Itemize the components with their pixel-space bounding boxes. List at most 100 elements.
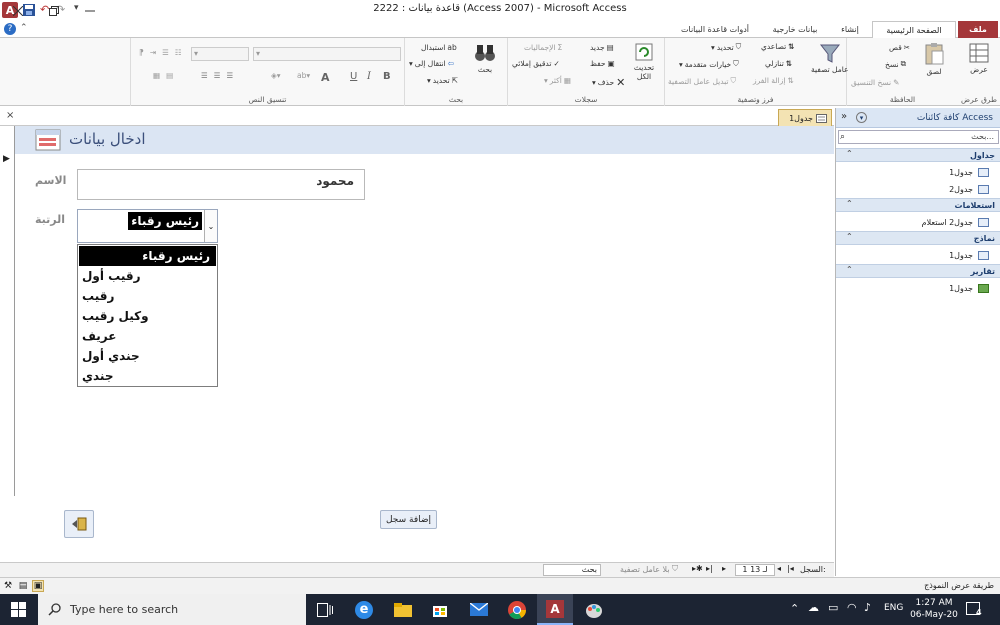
sort-descending-button[interactable]: تنازلي ⇅	[765, 59, 792, 68]
store-icon[interactable]	[422, 594, 458, 625]
rank-option[interactable]: عريف	[79, 326, 216, 346]
spelling-button[interactable]: تدقيق إملائي ✓	[512, 59, 560, 68]
filter-status[interactable]: بلا عامل تصفية	[620, 565, 670, 574]
record-position-input[interactable]: 1 لـ 13	[735, 564, 775, 576]
tab-database-tools[interactable]: أدوات قاعدة البيانات	[670, 21, 760, 38]
section-collapse-icon[interactable]: ⌃	[846, 149, 853, 158]
minimize-button[interactable]	[72, 0, 108, 21]
rank-option[interactable]: جندي أول	[79, 346, 216, 366]
nav-section-header[interactable]: ⌃ جداول	[836, 148, 1000, 162]
nav-section-header[interactable]: ⌃ تقارير	[836, 264, 1000, 278]
goto-button[interactable]: ▾ انتقال إلى ⇦	[409, 59, 454, 68]
nav-item[interactable]: جدول1	[836, 164, 1000, 181]
copy-button[interactable]: نسخ ⧉	[885, 59, 906, 69]
section-collapse-icon[interactable]: ⌃	[846, 232, 853, 241]
design-view-icon[interactable]: ⚒	[2, 580, 14, 592]
totals-button[interactable]: الإجماليات Σ	[524, 43, 562, 52]
rank-option[interactable]: رقيب أول	[79, 266, 216, 286]
filter-button[interactable]: عامل تصفية	[811, 42, 849, 74]
access-taskbar-icon[interactable]: A	[537, 594, 573, 625]
remove-sort-button[interactable]: إزالة الفرز ⇅	[753, 76, 794, 85]
align-center-icon[interactable]: ☰	[214, 71, 221, 80]
toggle-filter-button[interactable]: تبديل عامل التصفية ⛉	[668, 76, 736, 86]
close-form-button[interactable]	[64, 510, 94, 538]
battery-icon[interactable]: ▭	[828, 601, 838, 614]
font-name-dropdown[interactable]: ▾	[253, 47, 401, 61]
section-collapse-icon[interactable]: ⌃	[846, 265, 853, 274]
rank-combobox[interactable]: رئيس رقباء ⌄	[77, 209, 218, 243]
close-document-icon[interactable]: ×	[6, 110, 14, 121]
clock[interactable]: 1:27 AM 06-May-20	[908, 597, 960, 621]
italic-button[interactable]: I	[367, 71, 371, 82]
gridlines-icon[interactable]: ▦	[153, 71, 160, 80]
numbering-icon[interactable]: ☷	[175, 48, 182, 57]
nav-item[interactable]: جدول2	[836, 181, 1000, 198]
document-tab-form[interactable]: جدول1	[778, 109, 832, 126]
nav-item[interactable]: جدول1	[836, 280, 1000, 297]
task-view-icon[interactable]	[307, 594, 343, 625]
onedrive-cloud-icon[interactable]: ☁	[808, 601, 819, 614]
rtl-icon[interactable]: ⁋	[139, 48, 144, 57]
nav-search-input[interactable]: بحث...	[838, 130, 999, 144]
fill-color-icon[interactable]: ◈▾	[271, 71, 281, 80]
font-size-dropdown[interactable]: ▾	[191, 47, 249, 61]
sort-ascending-button[interactable]: تصاعدي ⇅	[761, 42, 794, 51]
tab-create[interactable]: إنشاء	[830, 21, 870, 38]
save-record-button[interactable]: حفظ ▣	[590, 59, 615, 68]
form-view-icon[interactable]: ▣	[32, 580, 44, 592]
selection-button[interactable]: ▾ تحديد ⛉	[711, 42, 741, 52]
nav-pane-header[interactable]: » ▾ كافة كائنات Access	[836, 108, 1000, 128]
new-record-button[interactable]: جديد ▤	[590, 43, 614, 52]
nav-menu-chevron-icon[interactable]: ▾	[856, 112, 867, 123]
chrome-icon[interactable]	[499, 594, 535, 625]
replace-button[interactable]: استبدال ab	[421, 43, 457, 52]
close-window-button[interactable]	[0, 0, 36, 21]
help-icon[interactable]: ?	[4, 23, 16, 35]
wifi-icon[interactable]: ◠	[847, 601, 857, 614]
record-search-input[interactable]: بحث	[543, 564, 601, 576]
tab-external-data[interactable]: بيانات خارجية	[762, 21, 828, 38]
layout-view-icon[interactable]: ▤	[17, 580, 29, 592]
search-icon[interactable]: ⌕	[840, 132, 845, 142]
taskbar-search-box[interactable]: Type here to search	[38, 594, 306, 625]
first-record-button[interactable]: |◂	[787, 564, 794, 573]
find-button[interactable]: بحث	[473, 42, 497, 74]
file-explorer-icon[interactable]	[385, 594, 421, 625]
paint-icon[interactable]	[576, 594, 612, 625]
indent-icon[interactable]: ⇥	[150, 48, 156, 57]
tab-file[interactable]: ملف	[958, 21, 998, 38]
rank-dropdown-button[interactable]: ⌄	[204, 210, 217, 242]
mail-icon[interactable]	[461, 594, 497, 625]
restore-button[interactable]	[36, 0, 72, 21]
rank-option[interactable]: وكيل رقيب	[79, 306, 216, 326]
previous-record-button[interactable]: ◂	[777, 564, 781, 573]
view-button[interactable]: عرض	[968, 42, 990, 74]
nav-item[interactable]: جدول1	[836, 247, 1000, 264]
new-blank-record-button[interactable]: ▸✱	[692, 564, 703, 573]
language-indicator[interactable]: ENG	[884, 603, 903, 613]
highlight-icon[interactable]: ab▾	[297, 71, 310, 80]
nav-section-header[interactable]: ⌃ استعلامات	[836, 198, 1000, 212]
tab-home[interactable]: الصفحة الرئيسية	[872, 21, 956, 39]
delete-record-button[interactable]: ▾ حذف ✕	[592, 76, 625, 89]
windows-start-button[interactable]	[0, 594, 36, 625]
add-record-button[interactable]: إضافة سجل	[380, 510, 437, 529]
alt-row-color-icon[interactable]: ▤	[166, 71, 173, 80]
select-button[interactable]: ▾ تحديد ⇱	[427, 76, 458, 85]
format-painter-button[interactable]: نسخ التنسيق ✎	[851, 78, 899, 87]
section-collapse-icon[interactable]: ⌃	[846, 199, 853, 208]
name-textbox[interactable]: محمود	[77, 169, 365, 200]
font-color-icon[interactable]: A	[321, 71, 330, 84]
rank-option[interactable]: جندي	[79, 366, 216, 386]
collapse-nav-icon[interactable]: »	[841, 111, 847, 122]
refresh-all-button[interactable]: تحديث الكل	[629, 42, 659, 81]
more-button[interactable]: ▾ أكثر ▦	[544, 76, 571, 85]
bullets-icon[interactable]: ☰	[162, 48, 169, 57]
advanced-button[interactable]: ▾ خيارات متقدمة ⛉	[679, 59, 739, 69]
volume-icon[interactable]: ♪	[864, 601, 871, 614]
align-right-icon[interactable]: ☰	[226, 71, 233, 80]
last-record-button[interactable]: ▸|	[706, 564, 713, 573]
align-left-icon[interactable]: ☰	[201, 71, 208, 80]
underline-button[interactable]: U	[350, 71, 357, 82]
cut-button[interactable]: قص ✂	[889, 43, 910, 52]
